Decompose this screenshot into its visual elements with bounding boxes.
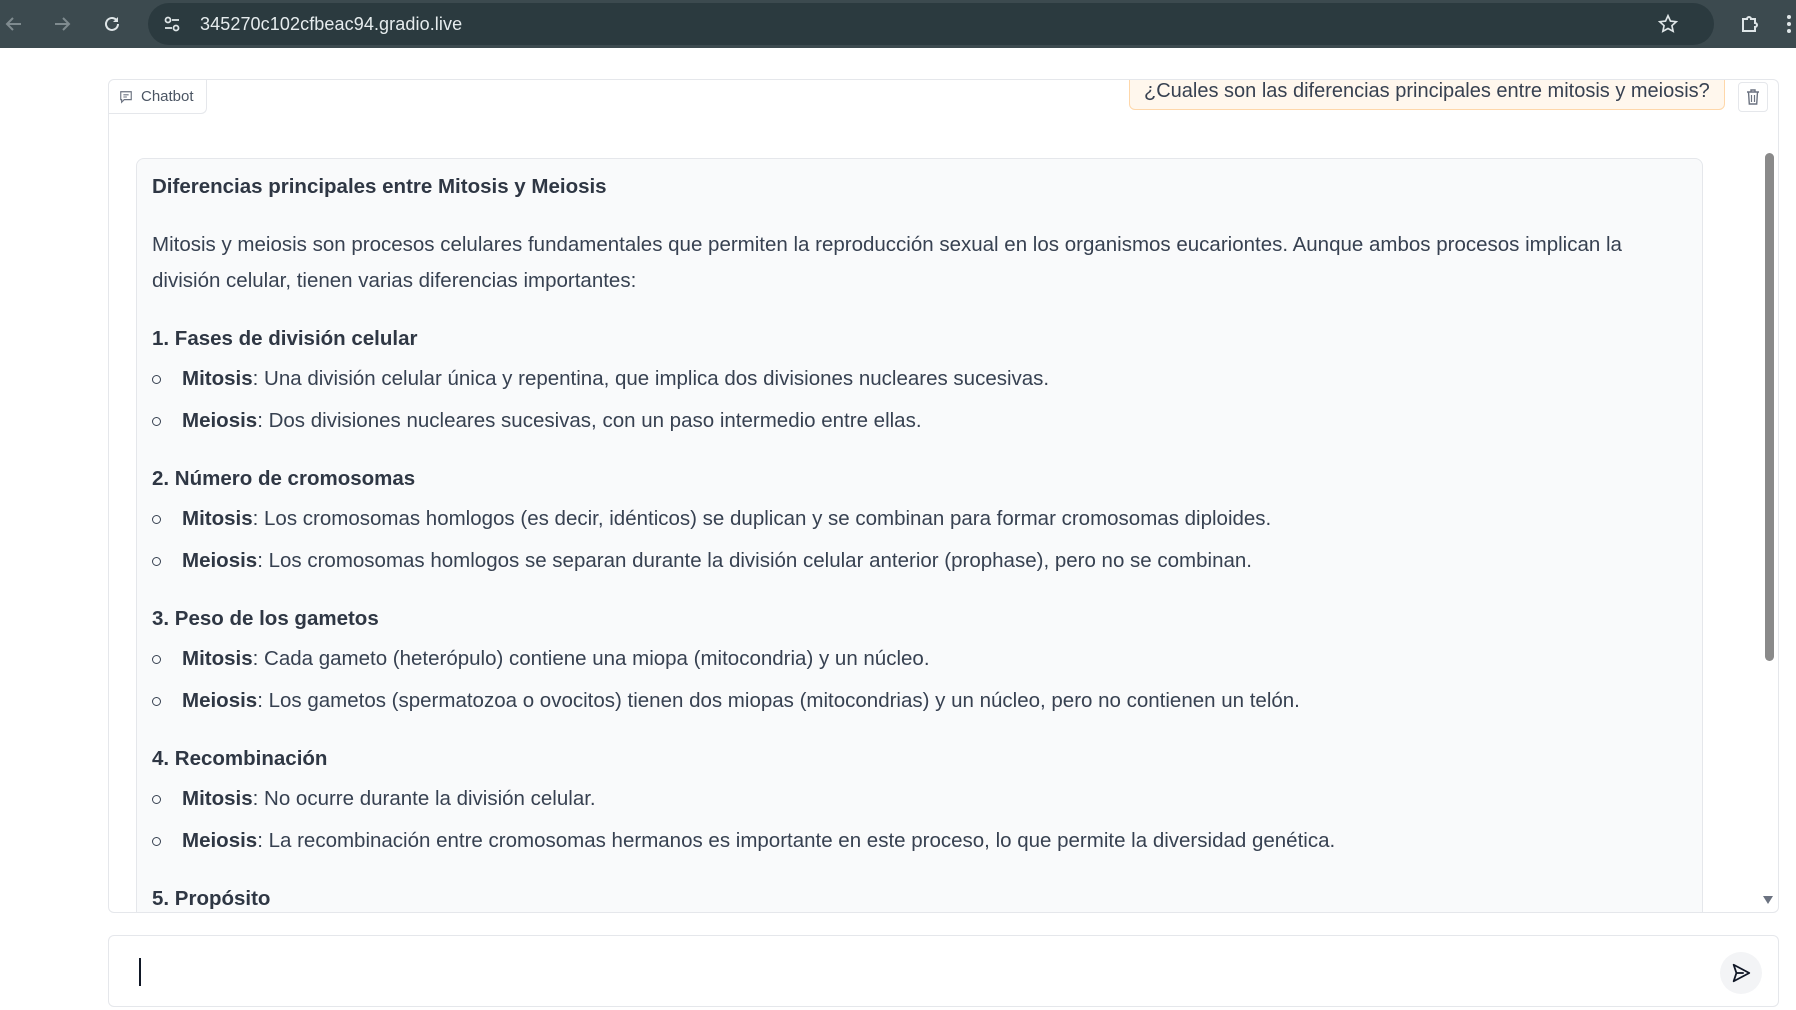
bullet-icon bbox=[152, 417, 161, 426]
list-item-term: Meiosis bbox=[182, 829, 258, 852]
bullet-list: Mitosis: Una división celular única y re… bbox=[152, 361, 1687, 439]
puzzle-icon bbox=[1742, 16, 1758, 32]
bot-message-title: Diferencias principales entre Mitosis y … bbox=[152, 175, 607, 198]
list-item-term: Meiosis bbox=[182, 409, 258, 432]
send-icon bbox=[1732, 963, 1751, 983]
tune-icon bbox=[164, 16, 180, 32]
list-item: Mitosis: Los cromosomas homlogos (es dec… bbox=[152, 501, 1687, 537]
list-item-text: : Dos divisiones nucleares sucesivas, co… bbox=[257, 409, 922, 432]
arrow-right-icon bbox=[55, 17, 71, 31]
list-item-text: : Una división celular única y repentina… bbox=[252, 367, 1050, 390]
list-item-text: : Los cromosomas homlogos se separan dur… bbox=[257, 549, 1252, 572]
list-item-text: : No ocurre durante la división celular. bbox=[252, 787, 596, 810]
list-item: Meiosis: Los cromosomas homlogos se sepa… bbox=[152, 543, 1687, 579]
chat-scrollbar[interactable] bbox=[1765, 153, 1774, 661]
user-message: ¿Cuales son las diferencias principales … bbox=[1129, 80, 1725, 110]
message-input-container bbox=[108, 935, 1779, 1007]
list-item: Mitosis: Cada gameto (heterópulo) contie… bbox=[152, 641, 1687, 677]
extensions-button[interactable] bbox=[1732, 6, 1768, 42]
list-item-text: : Los gametos (spermatozoa o ovocitos) t… bbox=[257, 689, 1300, 712]
list-item-term: Meiosis bbox=[182, 689, 258, 712]
bullet-icon bbox=[152, 837, 161, 846]
bot-message: Diferencias principales entre Mitosis y … bbox=[136, 158, 1703, 912]
forward-button[interactable] bbox=[44, 6, 80, 42]
bullet-list: Mitosis: Los cromosomas homlogos (es dec… bbox=[152, 501, 1687, 579]
list-item: Mitosis: No ocurre durante la división c… bbox=[152, 781, 1687, 817]
back-button[interactable] bbox=[0, 6, 32, 42]
list-item-term: Mitosis bbox=[182, 647, 253, 670]
bullet-icon bbox=[152, 697, 161, 706]
chatbot-label-text: Chatbot bbox=[141, 88, 194, 105]
url-text[interactable]: 345270c102cfbeac94.gradio.live bbox=[200, 14, 462, 35]
address-bar[interactable]: 345270c102cfbeac94.gradio.live bbox=[148, 3, 1714, 45]
list-item-term: Mitosis bbox=[182, 367, 253, 390]
list-item: Meiosis: La recombinación entre cromosom… bbox=[152, 823, 1687, 859]
list-item-text: : La recombinación entre cromosomas herm… bbox=[257, 829, 1336, 852]
chevron-down-icon bbox=[1763, 896, 1773, 904]
section-heading: 2. Número de cromosomas bbox=[152, 467, 416, 490]
section-heading: 1. Fases de división celular bbox=[152, 327, 418, 350]
bullet-icon bbox=[152, 655, 161, 664]
list-item-term: Mitosis bbox=[182, 787, 253, 810]
bullet-icon bbox=[152, 557, 161, 566]
bullet-list: Mitosis: Cada gameto (heterópulo) contie… bbox=[152, 641, 1687, 719]
chat-bubble-icon bbox=[120, 90, 132, 104]
chatbot-panel: ¿Cuales son las diferencias principales … bbox=[108, 79, 1779, 913]
chatbot-label: Chatbot bbox=[109, 80, 207, 114]
trash-icon bbox=[1747, 89, 1759, 105]
text-caret bbox=[139, 958, 141, 986]
section-heading: 5. Propósito bbox=[152, 887, 271, 910]
scroll-down-button[interactable] bbox=[1762, 894, 1774, 906]
bookmark-button[interactable] bbox=[1650, 6, 1686, 42]
section-heading: 3. Peso de los gametos bbox=[152, 607, 379, 630]
list-item: Mitosis: Una división celular única y re… bbox=[152, 361, 1687, 397]
arrow-left-icon bbox=[5, 17, 21, 31]
list-item: Meiosis: Dos divisiones nucleares sucesi… bbox=[152, 403, 1687, 439]
bullet-icon bbox=[152, 795, 161, 804]
reload-icon bbox=[105, 16, 119, 31]
site-info-button[interactable] bbox=[154, 6, 190, 42]
browser-toolbar: 345270c102cfbeac94.gradio.live bbox=[0, 0, 1796, 48]
more-vert-icon bbox=[1787, 15, 1791, 33]
list-item-term: Meiosis bbox=[182, 549, 258, 572]
bullet-icon bbox=[152, 375, 161, 384]
bot-message-intro: Mitosis y meiosis son procesos celulares… bbox=[152, 233, 1622, 292]
star-icon bbox=[1657, 13, 1679, 33]
bullet-icon bbox=[152, 515, 161, 524]
list-item-text: : Los cromosomas homlogos (es decir, idé… bbox=[252, 507, 1272, 530]
clear-chat-button[interactable] bbox=[1738, 82, 1768, 112]
section-heading: 4. Recombinación bbox=[152, 747, 328, 770]
reload-button[interactable] bbox=[94, 6, 130, 42]
send-button[interactable] bbox=[1720, 952, 1762, 994]
list-item-text: : Cada gameto (heterópulo) contiene una … bbox=[252, 647, 930, 670]
message-input[interactable] bbox=[131, 952, 1691, 992]
bullet-list: Mitosis: No ocurre durante la división c… bbox=[152, 781, 1687, 859]
browser-menu-button[interactable] bbox=[1782, 6, 1796, 42]
list-item-term: Mitosis bbox=[182, 507, 253, 530]
list-item: Meiosis: Los gametos (spermatozoa o ovoc… bbox=[152, 683, 1687, 719]
